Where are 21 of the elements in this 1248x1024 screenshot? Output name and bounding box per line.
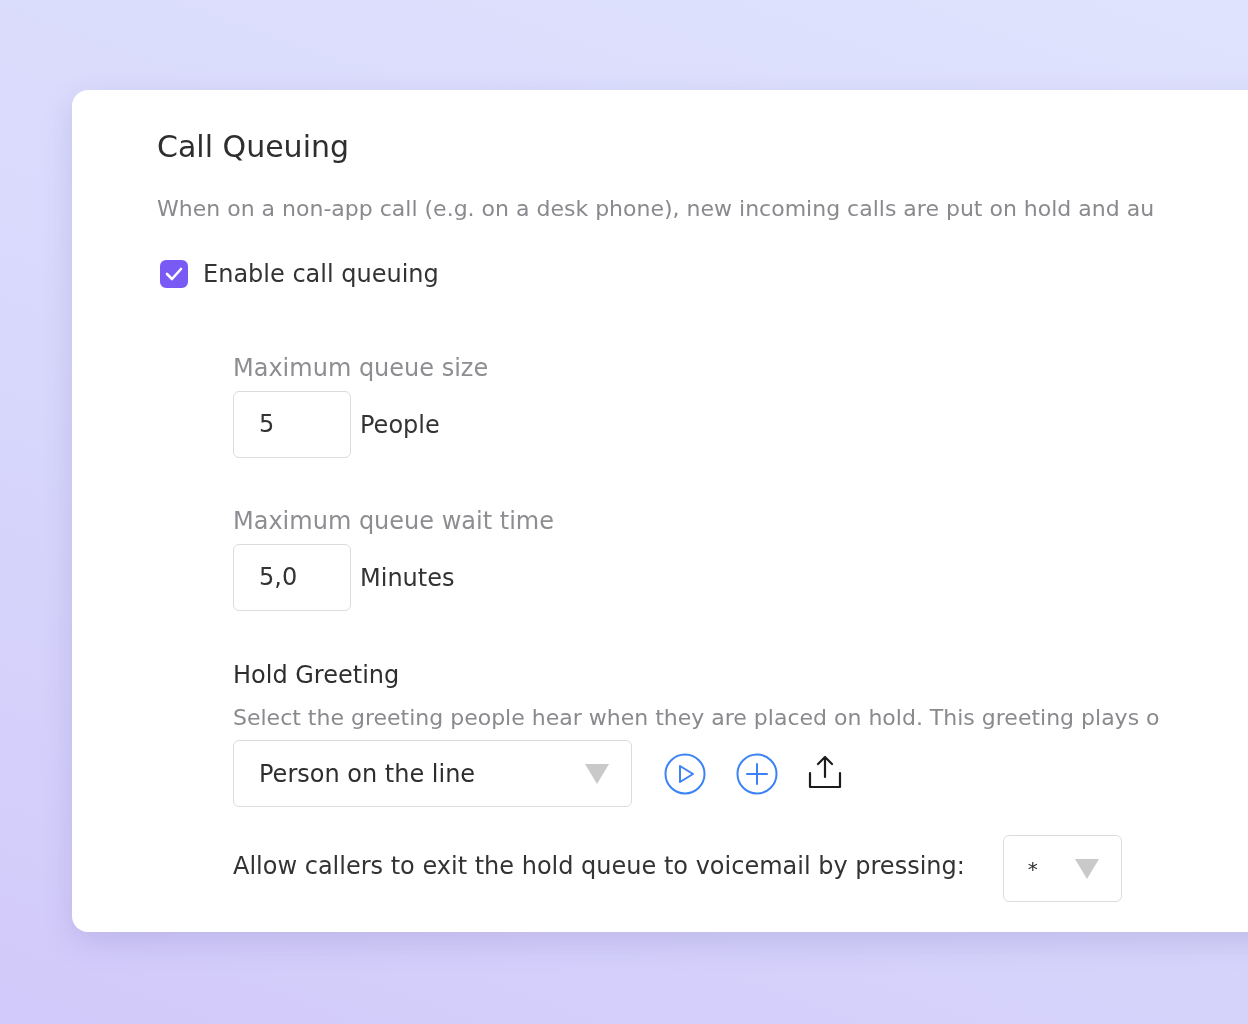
option-label: Allow callers to exit the hold queue to voicemail by pressing: — [233, 850, 965, 881]
field-label: Maximum queue size — [233, 353, 489, 383]
number-field[interactable]: 5 — [233, 391, 351, 458]
unit-label: People — [360, 409, 440, 440]
section-subtitle: Hold Greeting — [233, 660, 400, 690]
upload-icon[interactable] — [808, 754, 842, 789]
caret-icon — [585, 763, 609, 784]
greeting-dropdown[interactable]: Person on the line — [233, 740, 632, 807]
field-label: Maximum queue wait time — [233, 506, 554, 536]
section-title: Call Queuing — [157, 128, 350, 166]
section-description: Select the greeting people hear when they are placed on hold. This greeting plays o — [233, 704, 1160, 732]
key-dropdown[interactable]: * — [1002, 835, 1122, 902]
checkbox-label: Enable call queuing — [203, 259, 439, 289]
checkbox[interactable] — [160, 260, 188, 288]
add-icon[interactable] — [736, 752, 778, 795]
section-description: When on a non-app call (e.g. on a desk phone), new incoming calls are put on hold and au — [157, 195, 1155, 223]
play-icon[interactable] — [664, 752, 706, 795]
check-icon — [165, 267, 183, 281]
number-field[interactable]: 5,0 — [233, 544, 351, 611]
unit-label: Minutes — [360, 562, 455, 593]
caret-icon — [1074, 858, 1099, 879]
